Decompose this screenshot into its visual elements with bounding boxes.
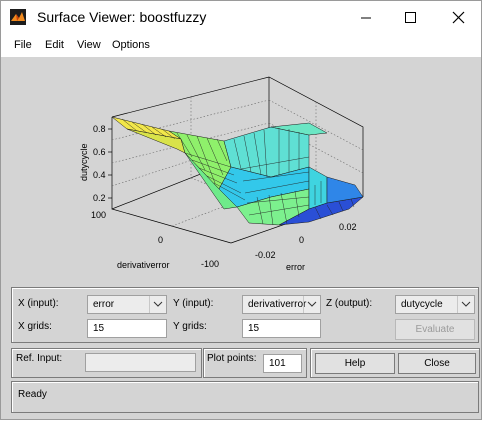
x-input-value: error bbox=[93, 299, 115, 310]
surface-plot[interactable]: 0.8 0.6 0.4 0.2 dutycycle 100 0 -100 der… bbox=[9, 57, 475, 285]
close-button[interactable]: Close bbox=[398, 353, 476, 374]
title-bar: Surface Viewer: boostfuzzy bbox=[1, 1, 481, 33]
maximize-icon bbox=[405, 12, 416, 23]
y-input-value: derivativerror bbox=[248, 299, 307, 310]
status-text: Ready bbox=[18, 389, 47, 400]
ref-input-field[interactable] bbox=[85, 353, 196, 372]
x-axis-label: error bbox=[286, 262, 305, 272]
z-axis-ticks bbox=[108, 128, 112, 199]
x-grids-input[interactable]: 15 bbox=[87, 319, 167, 338]
y-tick-0: 0 bbox=[158, 235, 163, 245]
chevron-down-icon bbox=[303, 296, 320, 313]
maximize-button[interactable] bbox=[387, 1, 433, 33]
y-tick-minus-100: -100 bbox=[201, 259, 219, 269]
y-grids-input[interactable]: 15 bbox=[242, 319, 321, 338]
help-button[interactable]: Help bbox=[315, 353, 395, 374]
x-tick-minus-0.02: -0.02 bbox=[255, 250, 276, 260]
surface-viewer-window: Surface Viewer: boostfuzzy File Edit Vie… bbox=[0, 0, 482, 420]
menu-view[interactable]: View bbox=[77, 39, 101, 51]
y-axis-label: derivativerror bbox=[117, 260, 170, 270]
y-tick-100: 100 bbox=[91, 210, 106, 220]
plot-points-input[interactable]: 101 bbox=[263, 354, 302, 373]
evaluate-button[interactable]: Evaluate bbox=[395, 319, 475, 340]
y-input-label: Y (input): bbox=[173, 298, 214, 309]
chevron-down-icon bbox=[457, 296, 474, 313]
z-tick-0.6: 0.6 bbox=[93, 147, 106, 157]
z-output-select[interactable]: dutycycle bbox=[395, 295, 475, 314]
x-input-select[interactable]: error bbox=[87, 295, 167, 314]
close-icon bbox=[452, 11, 465, 24]
plot-points-label: Plot points: bbox=[207, 353, 257, 364]
chevron-down-icon bbox=[149, 296, 166, 313]
x-tick-0: 0 bbox=[299, 235, 304, 245]
x-tick-0.02: 0.02 bbox=[339, 222, 357, 232]
x-grids-label: X grids: bbox=[18, 321, 52, 332]
y-grids-label: Y grids: bbox=[173, 321, 207, 332]
z-tick-0.4: 0.4 bbox=[93, 170, 106, 180]
minimize-button[interactable] bbox=[343, 1, 389, 33]
z-output-value: dutycycle bbox=[401, 299, 443, 310]
menu-bar bbox=[1, 33, 481, 57]
minimize-icon bbox=[361, 17, 371, 19]
status-panel bbox=[11, 381, 479, 413]
z-tick-0.2: 0.2 bbox=[93, 193, 106, 203]
menu-edit[interactable]: Edit bbox=[45, 39, 64, 51]
close-window-button[interactable] bbox=[435, 1, 481, 33]
x-input-label: X (input): bbox=[18, 298, 59, 309]
menu-options[interactable]: Options bbox=[112, 39, 150, 51]
z-tick-0.8: 0.8 bbox=[93, 124, 106, 134]
window-title: Surface Viewer: boostfuzzy bbox=[37, 9, 207, 25]
matlab-icon bbox=[10, 9, 26, 25]
surface-plot-area[interactable]: 0.8 0.6 0.4 0.2 dutycycle 100 0 -100 der… bbox=[9, 57, 475, 285]
surface-mesh bbox=[111, 116, 364, 226]
z-axis-label: dutycycle bbox=[79, 143, 89, 181]
ref-input-label: Ref. Input: bbox=[16, 353, 63, 364]
y-input-select[interactable]: derivativerror bbox=[242, 295, 321, 314]
menu-file[interactable]: File bbox=[14, 39, 32, 51]
z-output-label: Z (output): bbox=[326, 298, 373, 309]
